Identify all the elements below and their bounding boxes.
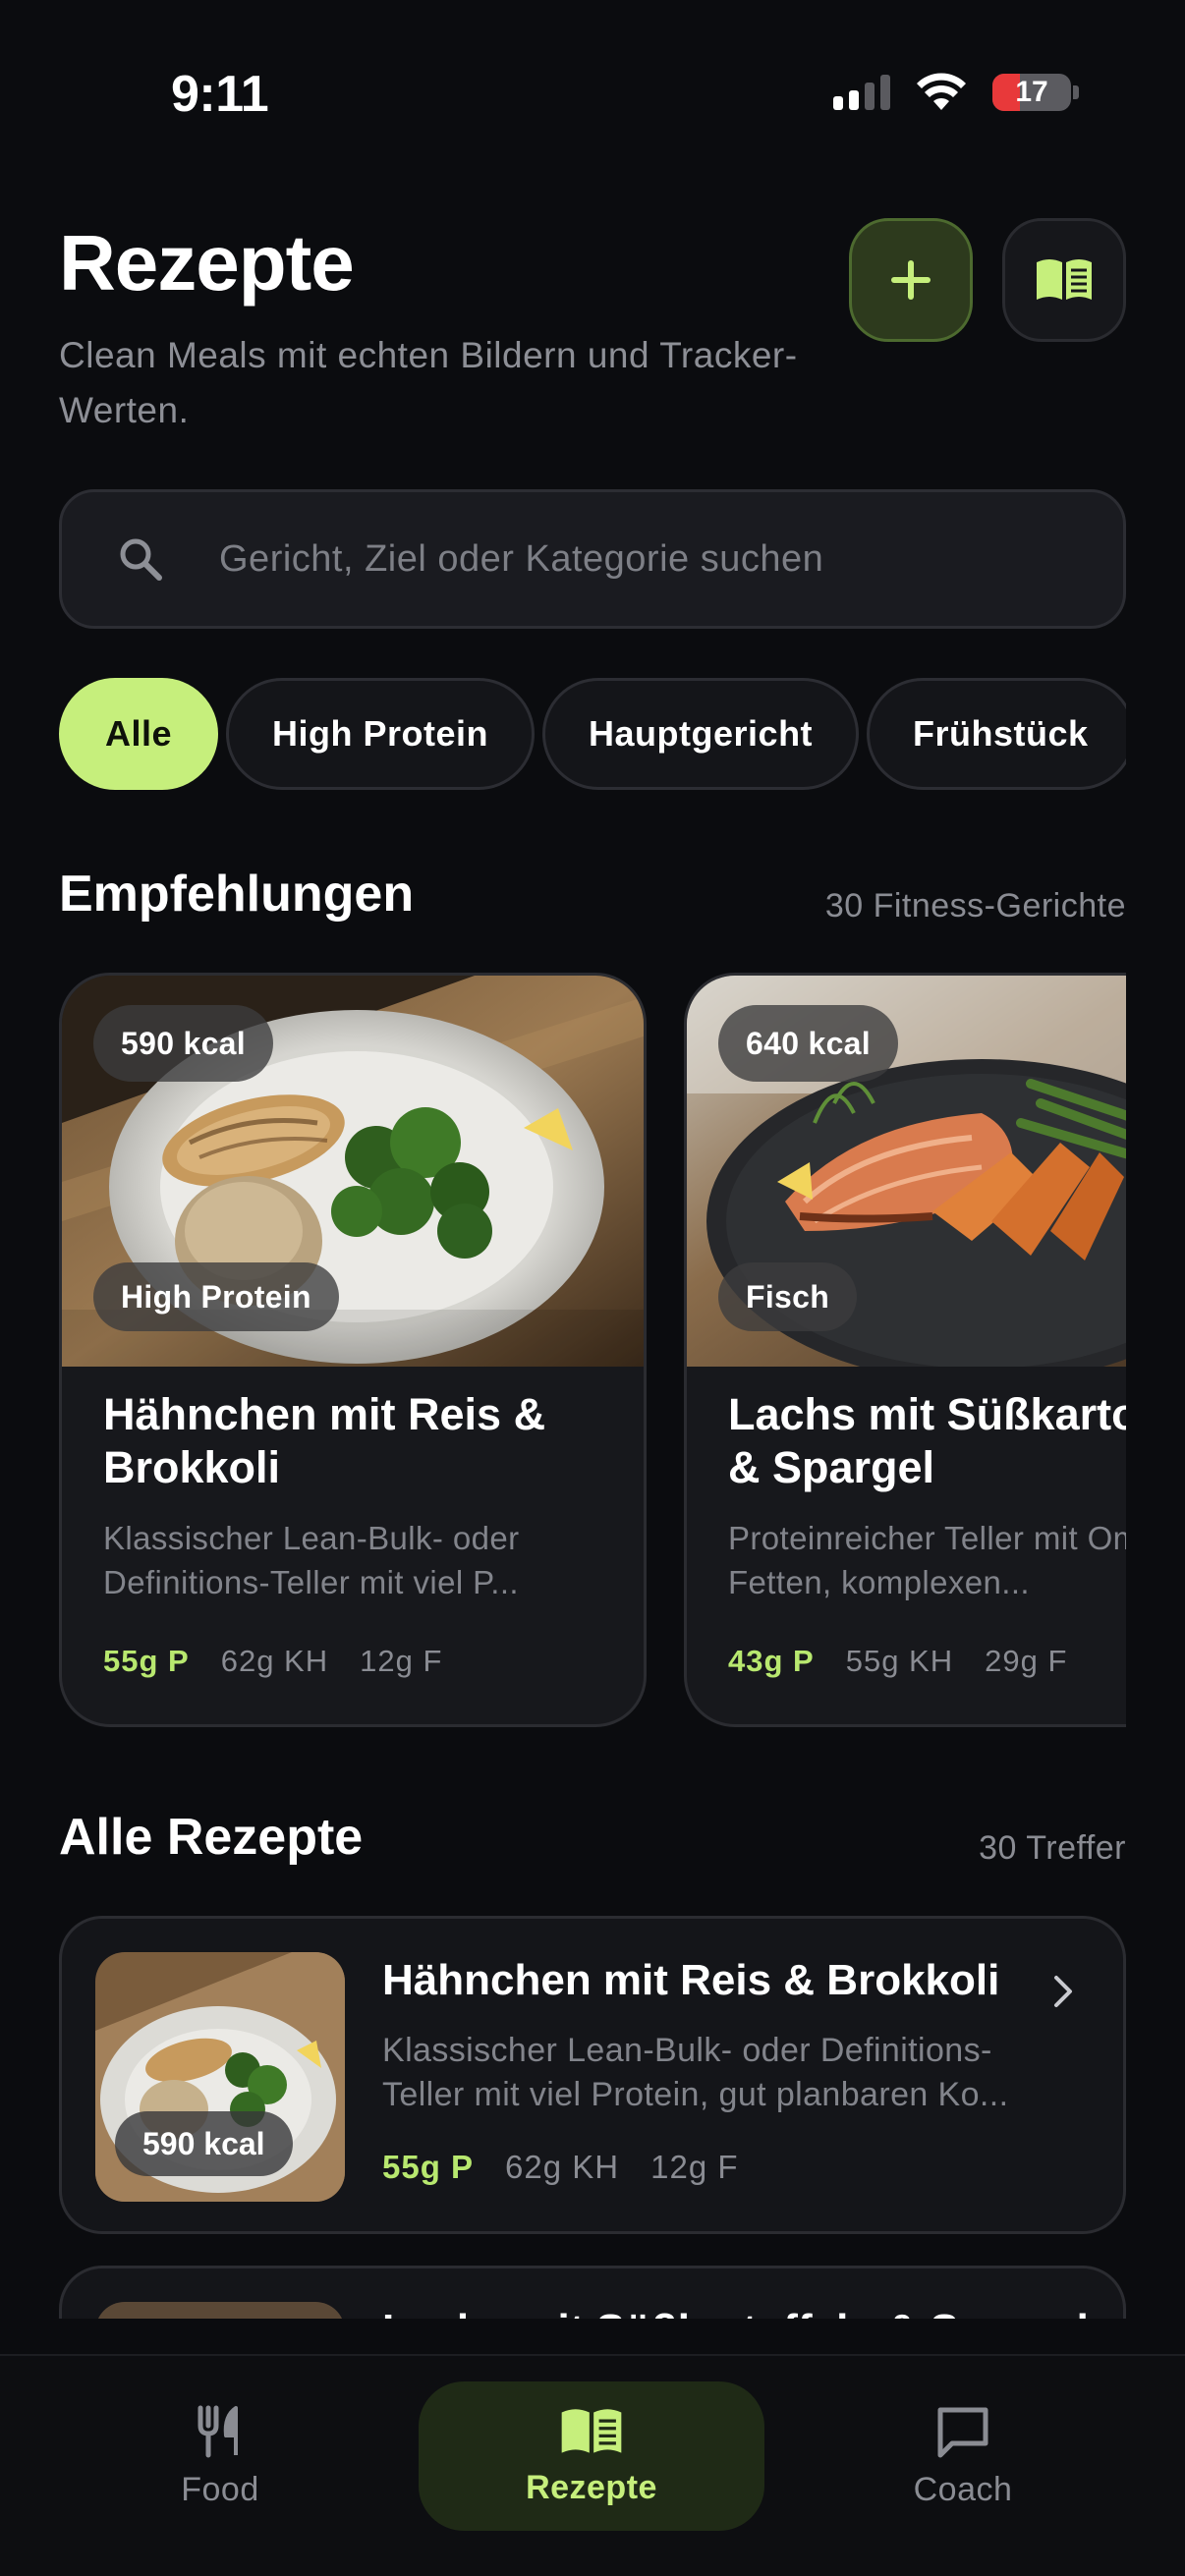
fat-value: 12g F (360, 1644, 443, 1678)
search-icon (120, 538, 162, 581)
status-time: 9:11 (171, 66, 269, 123)
recipe-list-item[interactable]: 590 kcal Hähnchen mit Reis & Brokkoli Kl… (59, 1916, 1126, 2234)
category-badge: High Protein (93, 1262, 339, 1331)
tab-rezepte[interactable]: Rezepte (419, 2381, 764, 2531)
page-title: Rezepte (59, 219, 355, 307)
recipe-list-item[interactable]: Lachs mit Süßkartoffeln & Spargel (59, 2266, 1126, 2319)
recipes-screen: 9:11 17 Rezepte Clean Meals mit echten B… (0, 0, 1185, 2576)
recipe-thumbnail: 590 kcal (95, 1952, 345, 2202)
recipe-title: Lachs mit Süßkartoffeln & Spargel (728, 1389, 1126, 1492)
list-clip: Lachs mit Süßkartoffeln & Spargel (0, 2260, 1185, 2319)
all-recipes-title: Alle Rezepte (59, 1809, 364, 1866)
macro-row: 55g P 62g KH 12g F (382, 2149, 739, 2186)
protein-value: 43g P (728, 1644, 815, 1678)
status-indicators: 17 (833, 73, 1079, 112)
tab-coach[interactable]: Coach (790, 2381, 1136, 2531)
tab-coach-label: Coach (913, 2470, 1013, 2508)
macro-row: 43g P 55g KH 29g F (728, 1644, 1067, 1679)
recipe-description: Klassischer Lean-Bulk- oder Definitions-… (103, 1520, 520, 1600)
battery-icon: 17 (992, 74, 1079, 111)
recipe-title: Hähnchen mit Reis & Brokkoli (382, 1956, 1000, 2004)
recipe-thumbnail (95, 2302, 345, 2319)
recommendations-count: 30 Fitness-Gerichte (824, 887, 1126, 924)
search-bar[interactable] (59, 489, 1126, 629)
page-subtitle: Clean Meals mit echten Bildern und Track… (59, 335, 798, 430)
kcal-badge: 640 kcal (718, 1005, 898, 1082)
recipe-title: Hähnchen mit Reis & Brokkoli (103, 1389, 546, 1492)
recipe-description: Klassischer Lean-Bulk- oder Definitions-… (382, 2032, 1009, 2113)
recommendations-carousel[interactable]: 590 kcal High Protein Hähnchen mit Reis … (59, 973, 1126, 1729)
carbs-value: 62g KH (220, 1644, 329, 1678)
recommendations-title: Empfehlungen (59, 866, 415, 923)
fat-value: 29g F (985, 1644, 1068, 1678)
open-book-icon (1037, 259, 1092, 300)
plus-icon (891, 260, 931, 300)
tab-food-label: Food (181, 2470, 259, 2508)
fat-value: 12g F (650, 2149, 739, 2185)
category-badge: Fisch (718, 1262, 858, 1331)
recommendation-card[interactable]: 640 kcal Fisch Lachs mit Süßkartoffeln &… (684, 973, 1126, 1727)
battery-level: 17 (1015, 76, 1048, 108)
add-recipe-button[interactable] (849, 218, 973, 342)
wifi-icon (917, 73, 966, 110)
chevron-right-icon (1054, 1976, 1072, 2007)
kcal-badge: 590 kcal (93, 1005, 273, 1082)
chat-bubble-icon (937, 2407, 988, 2457)
chip-hauptgericht[interactable]: Hauptgericht (542, 678, 860, 790)
protein-value: 55g P (382, 2149, 475, 2185)
protein-value: 55g P (103, 1644, 190, 1678)
bottom-tab-bar: Food Rezepte Coach (0, 2354, 1185, 2576)
search-input[interactable] (219, 537, 1084, 581)
tab-food[interactable]: Food (47, 2381, 393, 2531)
category-filter-chips: Alle High Protein Hauptgericht Frühstück (59, 678, 1126, 790)
recipe-title: Lachs mit Süßkartoffeln & Spargel (382, 2306, 1089, 2319)
chip-alle[interactable]: Alle (59, 678, 219, 790)
chip-fruehstueck[interactable]: Frühstück (867, 678, 1126, 790)
kcal-badge: 590 kcal (115, 2111, 293, 2176)
recommendation-card[interactable]: 590 kcal High Protein Hähnchen mit Reis … (59, 973, 647, 1727)
all-recipes-count: 30 Treffer (979, 1829, 1126, 1867)
recipe-description: Proteinreicher Teller mit Omega-3-Fetten… (728, 1520, 1126, 1600)
chip-high-protein[interactable]: High Protein (226, 678, 536, 790)
recipe-book-button[interactable] (1002, 218, 1126, 342)
carbs-value: 62g KH (505, 2149, 620, 2185)
carbs-value: 55g KH (845, 1644, 954, 1678)
tab-rezepte-label: Rezepte (526, 2468, 657, 2506)
cellular-signal-icon (833, 75, 890, 110)
recipe-book-icon (561, 2408, 622, 2453)
macro-row: 55g P 62g KH 12g F (103, 1644, 442, 1679)
fork-knife-icon (198, 2405, 238, 2457)
